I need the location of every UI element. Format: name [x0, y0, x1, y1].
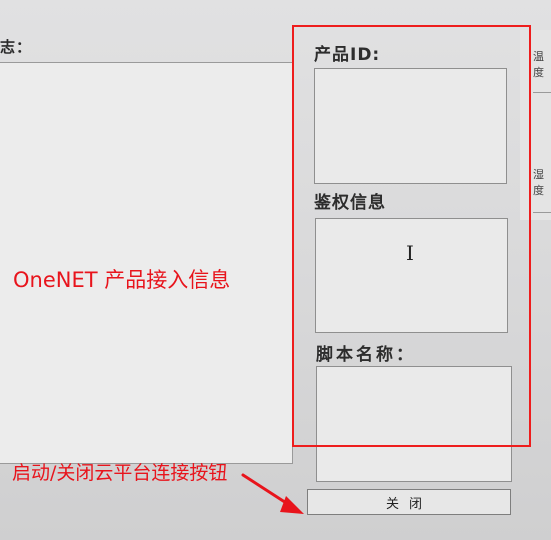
- close-button[interactable]: 关闭: [307, 489, 511, 515]
- annotation-arrow-icon: [241, 473, 304, 514]
- annotation-product-access: OneNET 产品接入信息: [13, 268, 231, 292]
- annotation-highlight-frame: [292, 25, 531, 447]
- edge-label-humidity: 湿度: [533, 168, 544, 197]
- edge-label-temperature: 温度: [533, 50, 544, 79]
- edge-divider: [533, 212, 551, 213]
- log-panel-title: 志：: [0, 38, 33, 56]
- log-textarea[interactable]: [0, 62, 293, 464]
- annotation-connect-toggle: 启动/关闭云平台连接按钮: [12, 462, 228, 484]
- edge-divider: [533, 92, 551, 93]
